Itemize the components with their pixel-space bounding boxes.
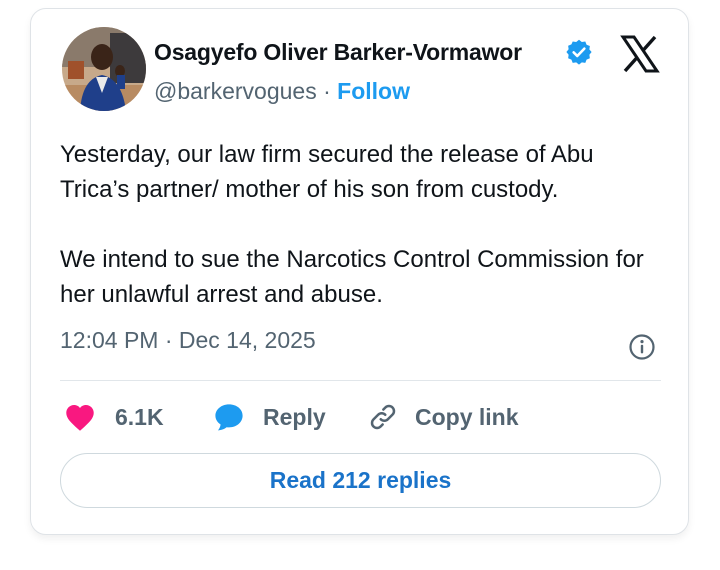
reply-button[interactable]: Reply [212,397,326,437]
tweet-paragraph: Yesterday, our law firm secured the rele… [60,141,594,203]
like-button[interactable]: 6.1K [64,397,164,437]
copy-link-button[interactable]: Copy link [368,397,519,437]
author-handle[interactable]: @barkervogues [154,78,317,104]
heart-icon [66,405,94,431]
reply-label: Reply [263,403,326,430]
tweet-paragraph: We intend to sue the Narcotics Control C… [60,246,644,308]
avatar[interactable] [62,27,146,111]
link-icon [370,404,396,430]
avatar-photo [62,27,146,111]
handle-separator: · [323,78,331,104]
tweet-timestamp[interactable]: 12:04 PM · Dec 14, 2025 [60,327,316,354]
read-replies-label: Read 212 replies [269,467,452,493]
tweet-text: Yesterday, our law firm secured the rele… [60,137,660,312]
copy-link-label: Copy link [415,403,519,430]
like-count: 6.1K [115,403,164,430]
info-icon[interactable] [627,332,657,362]
verified-badge-icon [566,39,592,65]
divider [60,380,661,381]
follow-button[interactable]: Follow [337,78,410,104]
handle-row: @barkervogues · Follow [154,78,410,105]
tweet-card: Osagyefo Oliver Barker-Vormawor @barkerv… [30,8,689,535]
speech-bubble-icon [215,404,243,431]
author-display-name[interactable]: Osagyefo Oliver Barker-Vormawor [154,39,522,66]
read-replies-button[interactable]: Read 212 replies [60,453,661,508]
x-logo-icon[interactable] [620,34,660,74]
